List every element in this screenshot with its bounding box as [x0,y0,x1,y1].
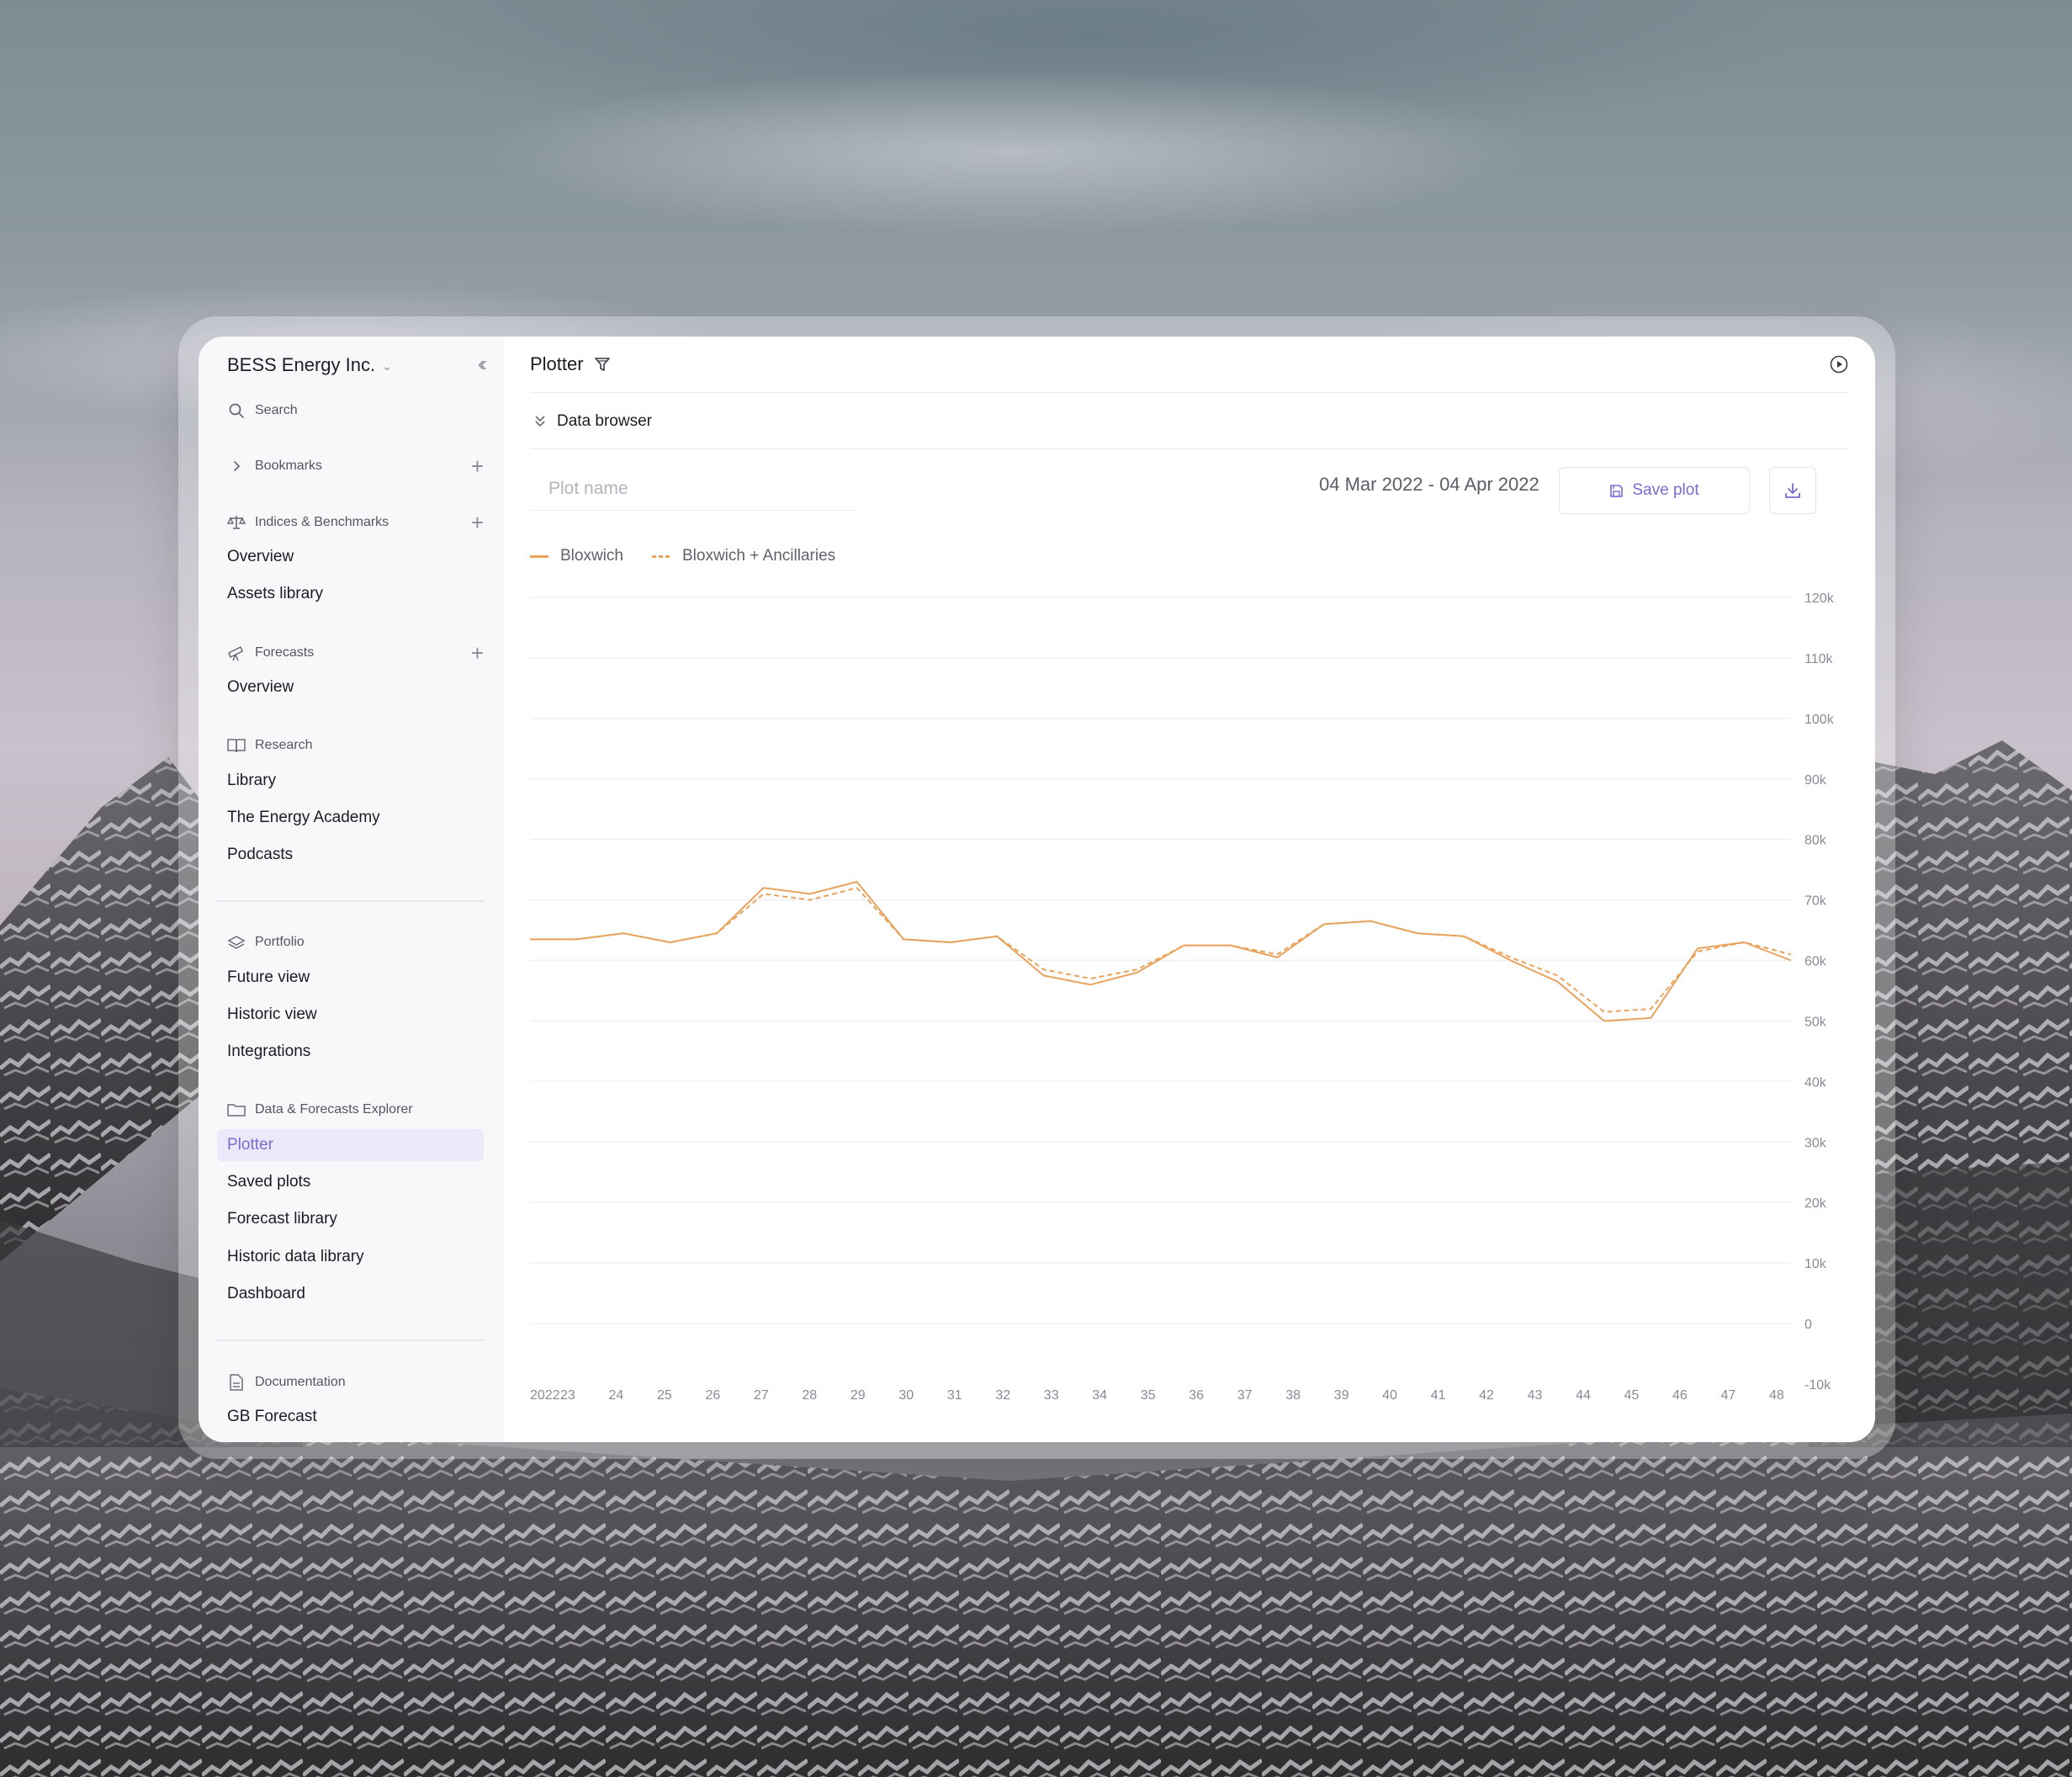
x-tick-label: 38 [1285,1388,1301,1403]
x-tick-label: 45 [1624,1388,1640,1403]
section-documentation: Documentation [227,1371,484,1394]
workspace-name: BESS Energy Inc. [227,354,376,375]
section-research: Research [227,734,484,757]
sidebar-divider [217,900,484,902]
x-tick-label: 47 [1721,1388,1736,1403]
sidebar-item-library[interactable]: Library [217,765,484,797]
y-tick-label: 40k [1804,1075,1827,1090]
book-icon [227,736,246,755]
y-tick-label: -10k [1804,1378,1831,1392]
x-tick-label: 40 [1382,1388,1397,1403]
y-tick-label: 0 [1804,1318,1812,1332]
collapse-sidebar-icon[interactable]: ‹‹ [478,353,488,374]
sidebar-item-historic-data-library[interactable]: Historic data library [217,1241,484,1273]
sidebar-item-future-view[interactable]: Future view [217,962,484,994]
sidebar-item-gb-forecast[interactable]: GB Forecast [217,1401,484,1433]
add-index-icon[interactable]: + [471,512,484,533]
search-icon [227,401,246,420]
y-tick-label: 50k [1804,1015,1827,1029]
section-label: Indices & Benchmarks [255,515,389,529]
x-tick-label: 39 [1334,1388,1349,1403]
sidebar-item-integrations[interactable]: Integrations [217,1036,484,1068]
x-tick-label: 23 [560,1388,575,1403]
x-tick-label: 33 [1044,1388,1059,1403]
y-tick-label: 100k [1804,713,1835,727]
x-tick-label: 35 [1141,1388,1156,1403]
section-portfolio: Portfolio [227,931,484,954]
x-tick-label: 26 [705,1388,720,1403]
y-tick-label: 70k [1804,894,1827,909]
y-tick-label: 20k [1804,1196,1827,1211]
sidebar-item-plotter[interactable]: Plotter [217,1129,484,1161]
x-tick-label: 2022 [530,1388,560,1403]
x-tick-label: 43 [1528,1388,1543,1403]
x-tick-label: 32 [995,1388,1010,1403]
sidebar-divider [217,1339,484,1341]
y-tick-label: 80k [1804,834,1827,848]
app-window: BESS Energy Inc. ⌄ ‹‹ Search Bookmarks +… [199,337,1875,1442]
x-tick-label: 29 [851,1388,866,1403]
sidebar-item-energy-academy[interactable]: The Energy Academy [217,802,484,834]
section-forecasts: Forecasts + [227,641,484,665]
section-label: Portfolio [255,935,305,949]
document-icon [227,1373,246,1392]
sidebar-item-indices-overview[interactable]: Overview [217,541,484,573]
section-label: Research [255,738,313,752]
x-tick-label: 31 [947,1388,962,1403]
search-label: Search [255,403,298,417]
x-tick-label: 44 [1576,1388,1591,1403]
layers-icon [227,933,246,952]
x-tick-label: 34 [1092,1388,1107,1403]
y-tick-label: 110k [1804,652,1834,666]
x-tick-label: 28 [802,1388,817,1403]
sidebar-item-podcasts[interactable]: Podcasts [217,839,484,871]
y-tick-label: 10k [1804,1257,1827,1271]
bookmarks-label: Bookmarks [255,459,323,473]
series-line-bloxwich-ancillaries [530,887,1792,1013]
folder-icon [227,1101,246,1119]
telescope-icon [227,644,246,662]
search-button[interactable]: Search [227,399,484,422]
add-bookmark-icon[interactable]: + [471,455,484,477]
section-label: Data & Forecasts Explorer [255,1102,413,1117]
line-chart: 120k 110k 100k 90k 80k 70k 60k 50k 40k 30k 20k 10k 0… [529,591,1835,1403]
y-tick-label: 60k [1804,955,1827,969]
sidebar: BESS Energy Inc. ⌄ ‹‹ Search Bookmarks +… [199,337,503,1442]
workspace-switcher[interactable]: BESS Energy Inc. ⌄ [227,351,484,379]
x-tick-label: 24 [608,1388,623,1403]
x-tick-label: 42 [1479,1388,1494,1403]
chevron-down-icon: ⌄ [382,358,392,373]
main-panel: Plotter Data browser Plot name 04 Mar 20… [503,337,1875,1442]
scales-icon [227,513,246,532]
sidebar-item-dashboard[interactable]: Dashboard [217,1278,484,1310]
section-label: Documentation [255,1375,346,1389]
chevron-right-icon [227,457,246,475]
x-tick-label: 37 [1237,1388,1253,1403]
y-tick-label: 120k [1804,591,1835,606]
section-indices-benchmarks: Indices & Benchmarks + [227,511,484,534]
x-tick-label: 25 [657,1388,672,1403]
series-line-bloxwich [530,881,1792,1022]
sidebar-item-historic-view[interactable]: Historic view [217,999,484,1031]
x-tick-label: 46 [1672,1388,1688,1403]
sidebar-item-forecast-library[interactable]: Forecast library [217,1203,484,1235]
x-tick-label: 36 [1189,1388,1204,1403]
sidebar-item-assets-library[interactable]: Assets library [217,578,484,610]
section-label: Forecasts [255,645,315,660]
x-tick-label: 30 [898,1388,914,1403]
add-forecast-icon[interactable]: + [471,642,484,664]
section-data-explorer: Data & Forecasts Explorer [227,1098,484,1122]
x-tick-label: 48 [1769,1388,1784,1403]
x-tick-label: 41 [1431,1388,1446,1403]
y-tick-label: 30k [1804,1136,1827,1150]
y-tick-label: 90k [1804,773,1827,788]
sidebar-item-saved-plots[interactable]: Saved plots [217,1166,484,1198]
x-tick-label: 27 [754,1388,769,1403]
sidebar-item-forecasts-overview[interactable]: Overview [217,671,484,703]
bookmarks-section[interactable]: Bookmarks + [227,454,484,478]
